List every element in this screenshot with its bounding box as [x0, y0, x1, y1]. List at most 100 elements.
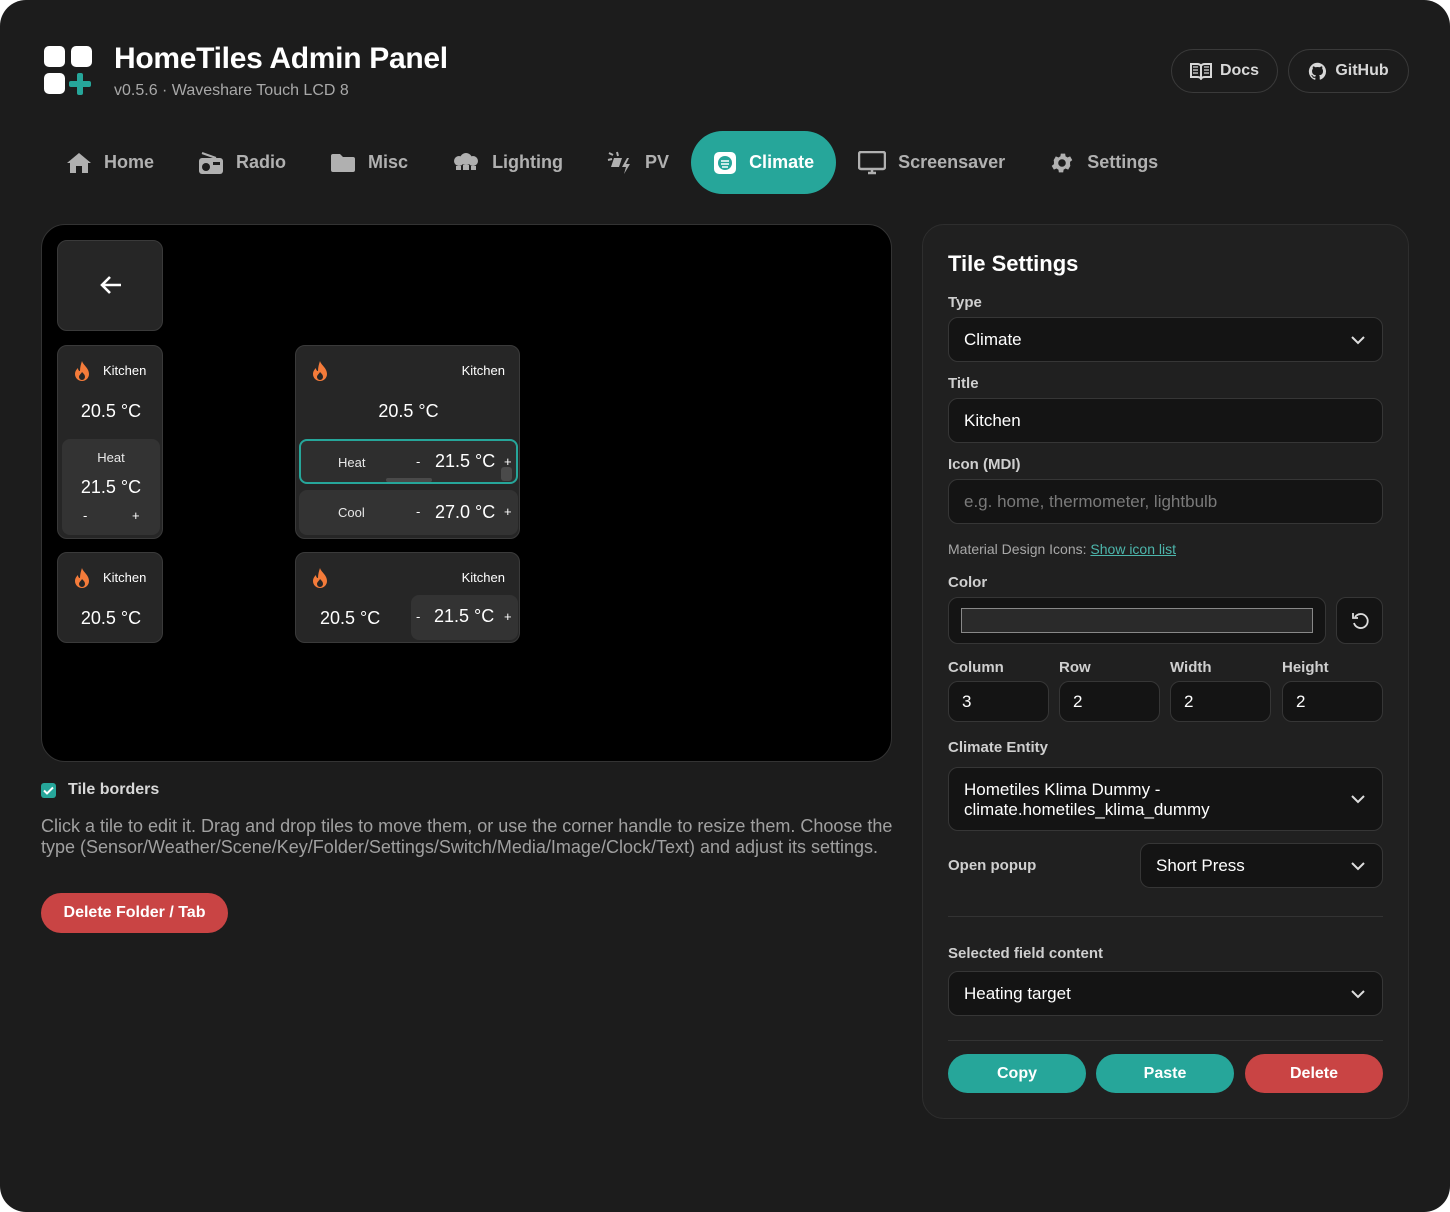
height-label: Height — [1282, 659, 1329, 676]
chevron-down-icon — [1351, 861, 1365, 870]
column-label: Column — [948, 659, 1004, 676]
climate-tile-wide[interactable]: Kitchen 20.5 °C - 21.5 °C + — [295, 552, 520, 643]
climate-icon — [714, 151, 737, 174]
panel-title: Tile Settings — [948, 251, 1079, 276]
type-value: Climate — [964, 329, 1022, 349]
current-temperature: 20.5 °C — [80, 608, 142, 628]
tab-screensaver[interactable]: Screensaver — [836, 131, 1027, 194]
app-title: HomeTiles Admin Panel — [114, 42, 448, 75]
help-text: Click a tile to edit it. Drag and drop t… — [41, 816, 893, 857]
chevron-down-icon — [1351, 335, 1365, 344]
column-input[interactable]: 3 — [948, 681, 1049, 722]
folder-icon — [331, 153, 356, 172]
increase-button[interactable]: + — [504, 609, 512, 624]
climate-tile-large[interactable]: Kitchen 20.5 °C Heat - 21.5 °C + Cool - … — [295, 345, 520, 539]
selected-field-content-label: Selected field content — [948, 945, 1104, 962]
row-input[interactable]: 2 — [1059, 681, 1160, 722]
cool-label: Cool — [338, 505, 365, 520]
home-icon — [67, 152, 91, 173]
heat-target-temperature: 21.5 °C — [435, 451, 496, 471]
github-button[interactable]: GitHub — [1288, 49, 1409, 93]
tab-home[interactable]: Home — [44, 131, 176, 194]
heat-target-box[interactable]: Heat 21.5 °C - + — [62, 439, 160, 535]
chevron-down-icon — [1351, 795, 1365, 804]
icon-input[interactable]: e.g. home, thermometer, lightbulb — [948, 479, 1383, 524]
climate-tile-small[interactable]: Kitchen 20.5 °C Heat 21.5 °C - + — [57, 345, 163, 539]
admin-panel-window: HomeTiles Admin Panel v0.5.6 · Waveshare… — [0, 0, 1450, 1212]
check-icon — [43, 786, 54, 795]
target-box[interactable]: - 21.5 °C + — [411, 595, 518, 640]
field-content-value: Heating target — [964, 983, 1071, 1003]
climate-tile-compact[interactable]: Kitchen 20.5 °C — [57, 552, 163, 643]
docs-button[interactable]: Docs — [1171, 49, 1278, 93]
tile-title: Kitchen — [103, 570, 147, 585]
github-icon — [1309, 62, 1327, 80]
copy-button[interactable]: Copy — [948, 1054, 1086, 1093]
target-temperature: 21.5 °C — [80, 477, 142, 497]
cool-target-box[interactable]: Cool - 27.0 °C + — [299, 490, 518, 535]
show-icon-list-link[interactable]: Show icon list — [1090, 541, 1176, 557]
tab-label: Climate — [749, 152, 815, 172]
popup-value: Short Press — [1156, 855, 1245, 875]
tab-settings[interactable]: Settings — [1027, 131, 1180, 194]
flame-icon — [75, 568, 89, 588]
increase-button[interactable]: + — [132, 508, 140, 523]
reset-color-button[interactable] — [1336, 597, 1383, 644]
decrease-button[interactable]: - — [416, 454, 420, 469]
decrease-button[interactable]: - — [416, 504, 420, 519]
tab-climate[interactable]: Climate — [691, 131, 837, 194]
selected-field-content-select[interactable]: Heating target — [948, 971, 1383, 1016]
reset-icon — [1351, 612, 1369, 629]
decrease-button[interactable]: - — [83, 508, 87, 523]
tab-label: Settings — [1087, 152, 1159, 172]
tab-label: Lighting — [492, 152, 564, 172]
heat-target-box-selected[interactable]: Heat - 21.5 °C + — [299, 439, 518, 484]
tab-misc[interactable]: Misc — [308, 131, 430, 194]
width-input[interactable]: 2 — [1170, 681, 1271, 722]
tab-lighting[interactable]: Lighting — [430, 131, 585, 194]
icon-hint: Material Design Icons: Show icon list — [948, 541, 1176, 557]
flame-icon — [75, 361, 89, 381]
height-value: 2 — [1296, 691, 1306, 711]
flame-icon — [313, 568, 327, 588]
gear-icon — [1051, 153, 1073, 172]
title-value: Kitchen — [964, 410, 1021, 430]
title-input[interactable]: Kitchen — [948, 398, 1383, 443]
icon-placeholder: e.g. home, thermometer, lightbulb — [964, 491, 1218, 511]
mode-label: Heat — [97, 450, 125, 465]
tab-label: PV — [645, 152, 670, 172]
target-temperature: 21.5 °C — [434, 606, 495, 626]
tab-pv[interactable]: PV — [585, 131, 691, 194]
decrease-button[interactable]: - — [416, 609, 420, 624]
width-label: Width — [1170, 659, 1212, 676]
heat-label: Heat — [338, 455, 366, 470]
monitor-icon — [858, 150, 887, 174]
delete-folder-button[interactable]: Delete Folder / Tab — [41, 893, 228, 933]
entity-id: climate.hometiles_klima_dummy — [964, 800, 1210, 819]
tile-preview-canvas[interactable]: Kitchen 20.5 °C Heat 21.5 °C - + Kitchen… — [41, 224, 892, 762]
tab-radio[interactable]: Radio — [176, 131, 308, 194]
paste-button[interactable]: Paste — [1096, 1054, 1234, 1093]
tile-settings-panel: Tile Settings Type Climate Title Kitchen… — [922, 224, 1409, 1119]
back-tile[interactable] — [57, 240, 163, 331]
delete-tile-button[interactable]: Delete — [1245, 1054, 1383, 1093]
tab-bar: Home Radio Misc Lighting PV Climate Scre… — [44, 131, 1180, 194]
divider — [948, 1040, 1383, 1041]
climate-entity-select[interactable]: Hometiles Klima Dummy - climate.hometile… — [948, 767, 1383, 831]
resize-handle-bottom[interactable] — [386, 478, 432, 482]
climate-entity-label: Climate Entity — [948, 739, 1049, 756]
flame-icon — [313, 361, 327, 381]
column-value: 3 — [962, 691, 972, 711]
color-picker[interactable] — [948, 597, 1326, 644]
chevron-down-icon — [1351, 989, 1365, 998]
cool-target-temperature: 27.0 °C — [435, 502, 496, 522]
title-label: Title — [948, 375, 979, 392]
type-select[interactable]: Climate — [948, 317, 1383, 362]
height-input[interactable]: 2 — [1282, 681, 1383, 722]
increase-button[interactable]: + — [504, 504, 512, 519]
tab-label: Home — [104, 152, 155, 172]
resize-handle-corner[interactable] — [501, 467, 512, 481]
tile-borders-checkbox[interactable] — [41, 783, 56, 798]
open-popup-select[interactable]: Short Press — [1140, 843, 1383, 888]
github-label: GitHub — [1335, 62, 1389, 79]
